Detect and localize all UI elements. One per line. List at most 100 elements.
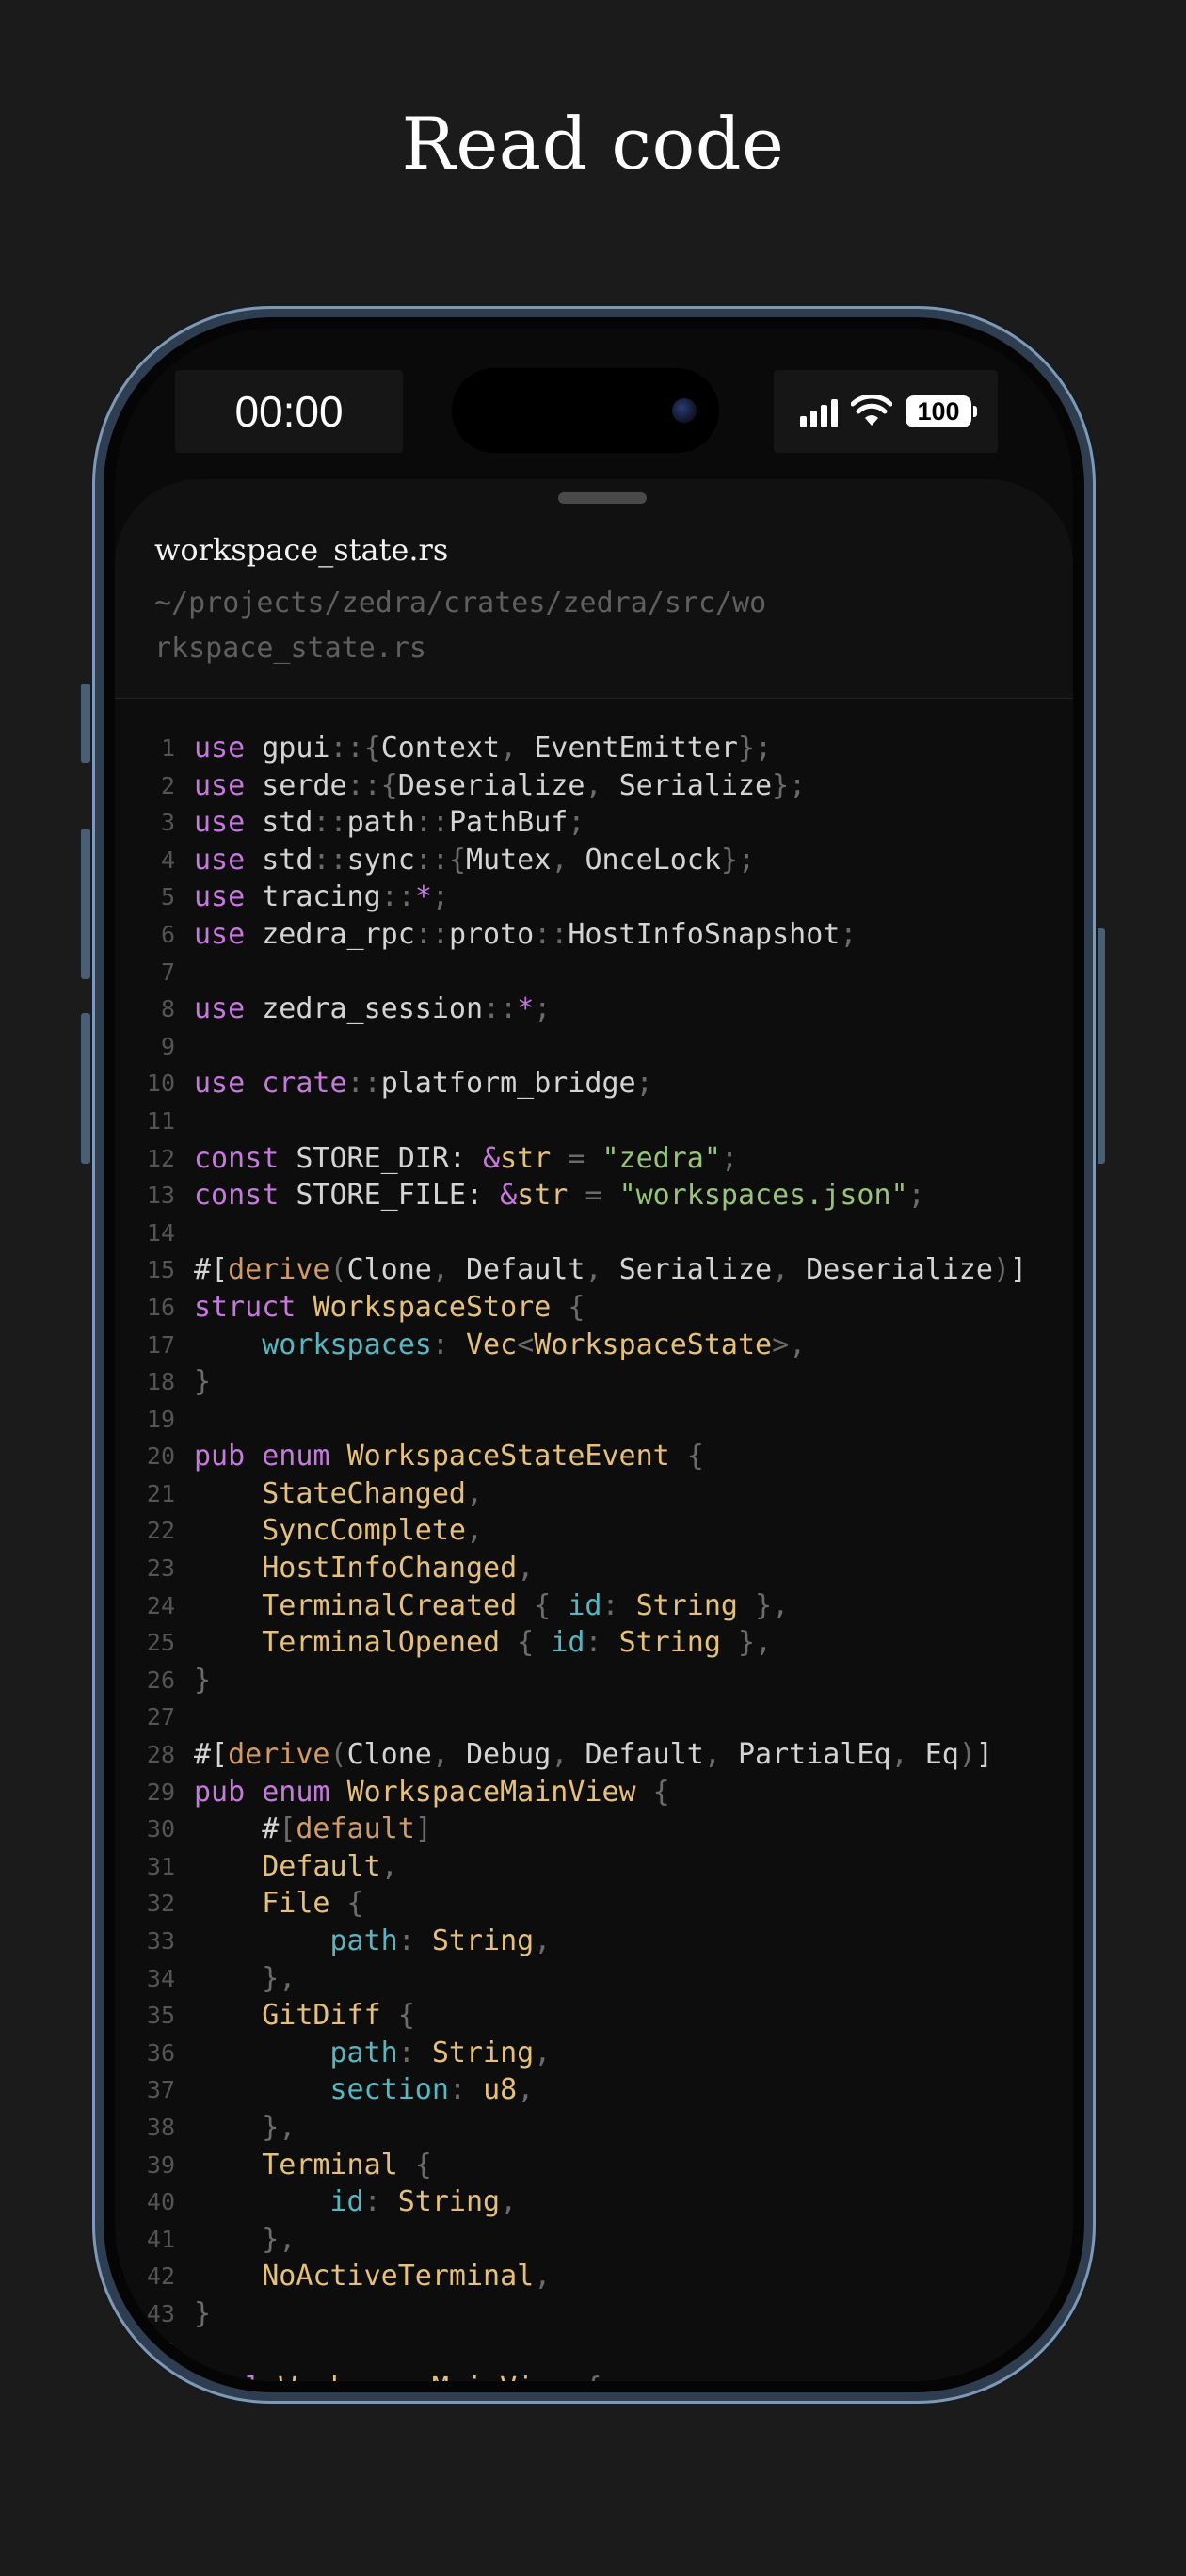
- line-number: 22: [146, 1517, 175, 1545]
- line-number: 41: [146, 2225, 175, 2253]
- code-token: =: [551, 1141, 602, 1175]
- line-content: File {: [175, 1885, 363, 1923]
- line-number: 33: [146, 1927, 175, 1955]
- line-content: }: [175, 2295, 211, 2333]
- code-token: {: [551, 1290, 585, 1324]
- volume-up-button[interactable]: [81, 829, 90, 979]
- volume-down-button[interactable]: [81, 1013, 90, 1164]
- page-headline: Read code: [401, 102, 785, 185]
- line-number: 23: [146, 1554, 175, 1583]
- line-number: 17: [146, 1330, 175, 1359]
- code-token: ::: [534, 917, 569, 951]
- line-number: 28: [146, 1741, 175, 1769]
- code-view[interactable]: 1 use gpui::{Context, EventEmitter}; 2 use …: [115, 730, 1073, 2381]
- phone-bezel: 00:00 100 workspace_state.rs ~/projects/…: [104, 317, 1084, 2392]
- code-token: *: [517, 992, 535, 1026]
- code-token: use: [194, 917, 246, 951]
- code-token: sync: [346, 843, 415, 877]
- code-line: 39 Terminal {: [115, 2147, 1073, 2184]
- code-token: use: [194, 1067, 246, 1101]
- phone-frame: 00:00 100 workspace_state.rs ~/projects/…: [92, 306, 1096, 2404]
- code-token: },: [262, 2110, 296, 2144]
- code-token: :: [397, 2036, 432, 2069]
- code-token: default: [296, 1812, 415, 1846]
- line-content: use crate::platform_bridge;: [175, 1065, 653, 1103]
- file-viewer-sheet[interactable]: workspace_state.rs ~/projects/zedra/crat…: [115, 479, 1073, 2381]
- code-token: id: [551, 1626, 585, 1660]
- code-token: OnceLock: [585, 843, 721, 877]
- line-content: section: u8,: [175, 2071, 535, 2109]
- line-number: 9: [160, 1032, 175, 1060]
- battery-level: 100: [917, 396, 960, 426]
- line-content: struct WorkspaceStore {: [175, 1289, 585, 1327]
- line-content: [175, 1401, 194, 1439]
- code-line: 38 },: [115, 2109, 1073, 2147]
- code-token: path: [329, 2036, 398, 2069]
- line-content: use zedra_session::*;: [175, 990, 551, 1028]
- code-token: ;: [431, 880, 449, 914]
- code-token: >,: [772, 1328, 807, 1361]
- line-number: 13: [146, 1182, 175, 1210]
- code-token: &: [500, 1179, 518, 1213]
- code-token: Deserialize: [397, 768, 585, 802]
- line-number: 3: [160, 809, 175, 837]
- code-token: File: [262, 1887, 330, 1921]
- line-content: Default,: [175, 1848, 398, 1886]
- action-button[interactable]: [81, 684, 90, 763]
- line-number: 14: [146, 1218, 175, 1247]
- code-token: ::: [313, 806, 347, 840]
- code-token: ,: [500, 732, 535, 765]
- code-token: ,: [534, 1924, 552, 1957]
- code-token: ,: [534, 2036, 552, 2069]
- code-token: {: [669, 1440, 704, 1473]
- status-time: 00:00: [175, 370, 403, 453]
- code-token: },: [738, 1588, 790, 1622]
- sheet-grabber-handle[interactable]: [558, 492, 647, 504]
- code-token: ,: [534, 2260, 552, 2294]
- code-token: },: [720, 1626, 773, 1660]
- line-content: },: [175, 2109, 296, 2147]
- code-line: 25 TerminalOpened { id: String },: [115, 1624, 1073, 1662]
- code-token: :: [363, 2185, 398, 2219]
- code-token: ,: [551, 843, 585, 877]
- code-line: 33 path: String,: [115, 1923, 1073, 1960]
- code-token: String: [431, 1924, 535, 1957]
- code-token: Default: [466, 1253, 585, 1287]
- code-token: ;: [534, 992, 552, 1026]
- power-button[interactable]: [1096, 928, 1105, 1164]
- line-content: [175, 1699, 194, 1736]
- code-line: 18}: [115, 1363, 1073, 1401]
- code-token: id: [568, 1588, 602, 1622]
- code-line: 37 section: u8,: [115, 2071, 1073, 2109]
- line-number: 24: [146, 1591, 175, 1619]
- line-content: }: [175, 1662, 211, 1699]
- line-number: 34: [146, 1964, 175, 1992]
- line-number: 18: [146, 1368, 175, 1396]
- code-token: #: [194, 1812, 280, 1846]
- code-token: STORE_DIR:: [296, 1141, 484, 1175]
- line-number: 12: [146, 1144, 175, 1172]
- code-token: }: [194, 2296, 212, 2330]
- code-line: 21 StateChanged,: [115, 1475, 1073, 1513]
- code-token: impl: [194, 2372, 262, 2381]
- code-line: 35 GitDiff {: [115, 1997, 1073, 2035]
- line-content: }: [175, 1363, 211, 1401]
- line-content: use std::sync::{Mutex, OnceLock};: [175, 842, 755, 879]
- code-token: String: [618, 1626, 721, 1660]
- code-token: ): [992, 1253, 1010, 1287]
- code-token: "zedra": [601, 1141, 721, 1175]
- line-number: 1: [160, 734, 175, 762]
- code-token: =: [568, 1179, 619, 1213]
- code-token: serde: [262, 768, 347, 802]
- code-line: 17 workspaces: Vec<WorkspaceState>,: [115, 1327, 1073, 1364]
- code-line: 2 use serde::{Deserialize, Serialize};: [115, 767, 1073, 805]
- code-line: 11: [115, 1103, 1073, 1140]
- line-content: use zedra_rpc::proto::HostInfoSnapshot;: [175, 916, 857, 954]
- code-token: Eq: [924, 1738, 959, 1772]
- code-token: Vec: [466, 1328, 518, 1361]
- code-token: ,: [517, 1552, 535, 1586]
